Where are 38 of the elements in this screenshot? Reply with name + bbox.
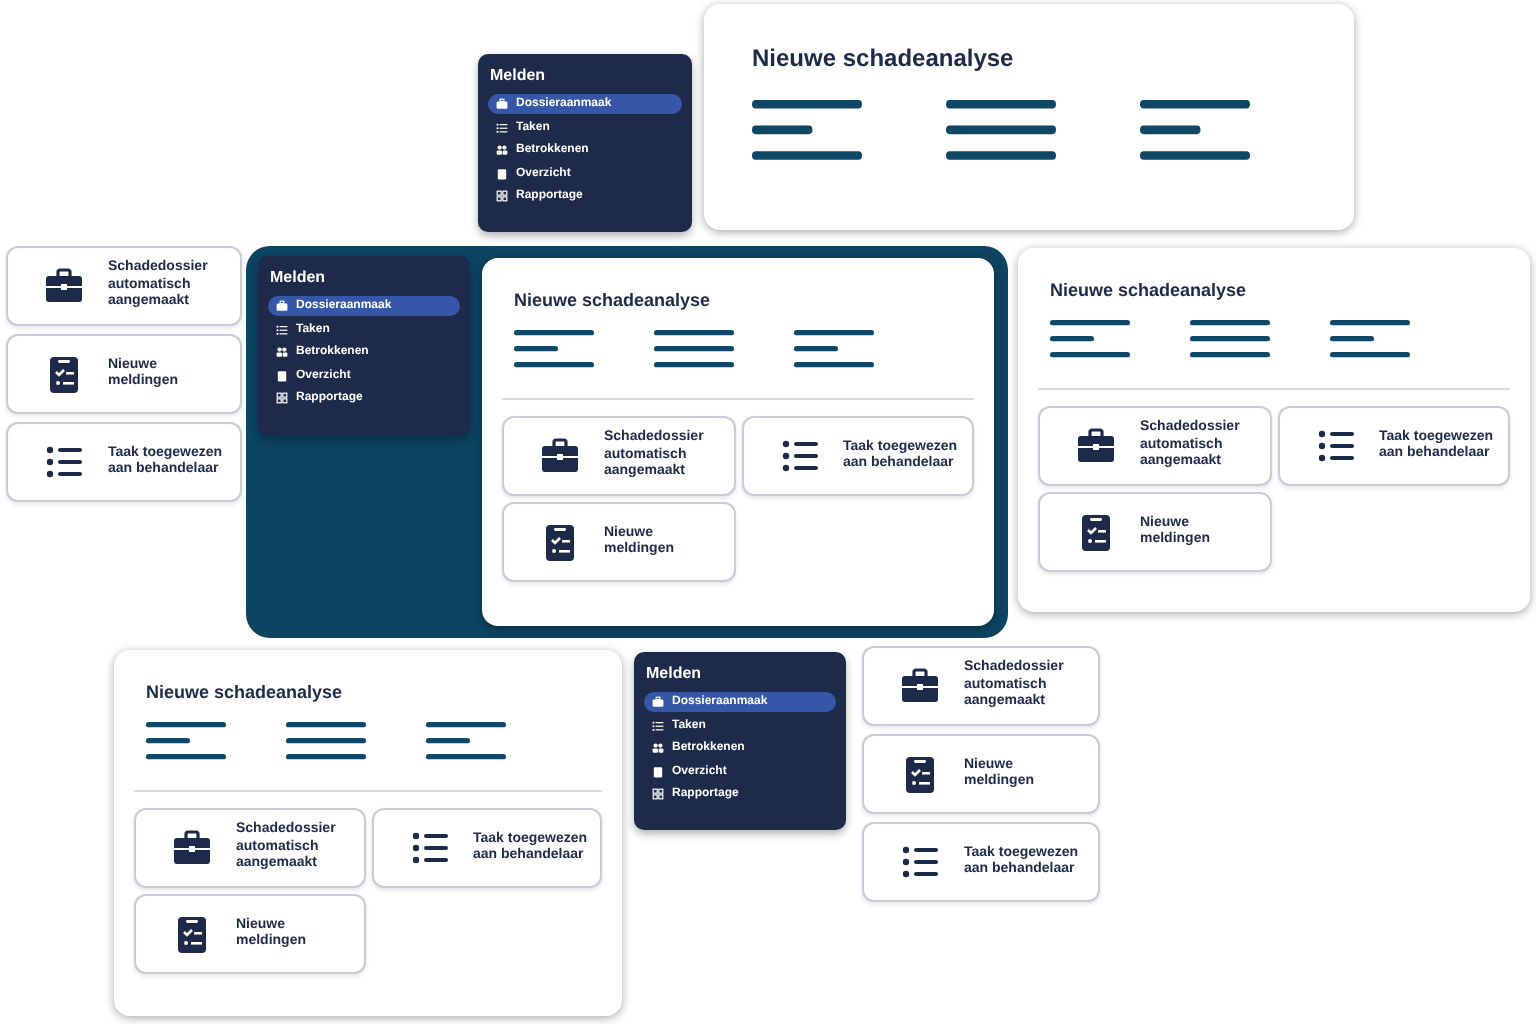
text-placeholder-drawing (946, 100, 1056, 164)
list-icon (1315, 426, 1355, 466)
sidebar-title: Melden (644, 664, 704, 682)
text-placeholder-drawing (426, 722, 506, 762)
text-placeholder-drawing (286, 722, 366, 762)
people-icon (496, 144, 508, 156)
briefcase-icon (540, 436, 580, 476)
sidebar-title: Melden (488, 66, 548, 84)
text-placeholder-drawing (1140, 100, 1250, 164)
sidebar-title: Melden (268, 268, 328, 286)
list-icon (496, 121, 508, 133)
text-placeholder-drawing (1050, 320, 1130, 360)
list-icon (409, 828, 449, 868)
briefcase-icon (652, 696, 664, 708)
briefcase-icon (900, 666, 940, 706)
list-icon (44, 442, 84, 482)
text-placeholder-drawing (1330, 320, 1410, 360)
text-placeholder-drawing (514, 330, 594, 370)
list-icon (900, 842, 940, 882)
card-title: Nieuwe schadeanalyse (512, 290, 713, 310)
card-title: Nieuwe schadeanalyse (1048, 280, 1249, 300)
briefcase-icon (44, 266, 84, 306)
briefcase-icon (276, 300, 288, 312)
card-title: Nieuwe schadeanalyse (144, 682, 345, 702)
text-placeholder-drawing (146, 722, 226, 762)
briefcase-icon (1076, 426, 1116, 466)
text-placeholder-drawing (794, 330, 874, 370)
briefcase-icon (496, 98, 508, 110)
card-title: Nieuwe schadeanalyse (752, 44, 1016, 72)
people-icon (276, 346, 288, 358)
briefcase-icon (172, 828, 212, 868)
text-placeholder-drawing (1190, 320, 1270, 360)
list-icon (779, 436, 819, 476)
text-placeholder-drawing (752, 100, 862, 164)
text-placeholder-drawing (654, 330, 734, 370)
list-icon (652, 719, 664, 731)
list-icon (276, 323, 288, 335)
people-icon (652, 742, 664, 754)
